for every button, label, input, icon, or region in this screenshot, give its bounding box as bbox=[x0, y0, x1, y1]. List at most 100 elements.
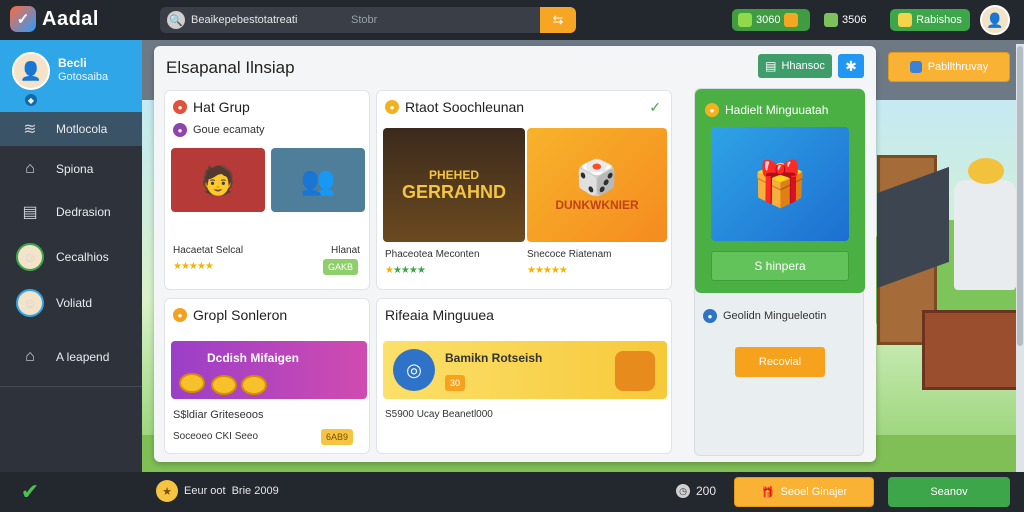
card-subcaption: Soceoeo CKI Seeo bbox=[173, 431, 259, 442]
card-caption: S$ldiar Griteseoos bbox=[173, 409, 264, 421]
coin-icon bbox=[738, 13, 752, 27]
bottom-action-label: Seoel Ginajer bbox=[780, 486, 848, 498]
star-icon: ● bbox=[385, 100, 399, 114]
list-icon: ▤ bbox=[765, 59, 777, 73]
sidebar-item-label: Dedrasion bbox=[56, 205, 111, 219]
coin-balance[interactable]: 3060 bbox=[732, 9, 810, 31]
promo-banner[interactable]: Dcdish Mifaigen bbox=[171, 341, 367, 399]
primary-button[interactable]: ▤ Hhansoc bbox=[758, 54, 832, 78]
card-mission[interactable]: Rifeaia Minguuea ◎ Bamikn Rotseish 30 S5… bbox=[376, 298, 672, 454]
thumbnail-caption: Hacaetat Selcal bbox=[173, 245, 244, 256]
banner-title: Bamikn Rotseish bbox=[445, 351, 543, 365]
rail-featured-card[interactable]: ● Hadielt Minguuatah 🎁 S hinpera bbox=[695, 89, 865, 293]
check-icon: ✓ bbox=[649, 99, 661, 115]
check-icon[interactable]: ✔ bbox=[16, 479, 44, 505]
chest-icon bbox=[615, 351, 655, 391]
bottom-status: ★ Eeur oot Brie 2009 bbox=[156, 480, 279, 502]
coin-icon bbox=[211, 375, 237, 395]
search-bar: 🔍 Stobr ⇆ bbox=[160, 7, 576, 33]
profile-card[interactable]: 👤 Becli Gotosaiba ◆ bbox=[0, 40, 142, 112]
profile-thumbnail[interactable]: 👥 bbox=[271, 148, 365, 212]
avatar-icon: ☺ bbox=[16, 289, 44, 317]
rail-subtitle-text: Geolidn Mingueleotin bbox=[723, 310, 827, 322]
gem-icon bbox=[824, 13, 838, 27]
scene-deck bbox=[922, 310, 1024, 390]
poster-caption: Phaceotea Meconten bbox=[385, 249, 480, 260]
card-title: ● Hat Grup bbox=[173, 99, 250, 115]
search-hint: Stobr bbox=[351, 14, 378, 26]
sidebar-item-spiona[interactable]: ⌂ Spiona bbox=[0, 152, 142, 186]
coin-icon bbox=[241, 375, 267, 395]
chart-icon: ≋ bbox=[23, 121, 37, 138]
home-icon: ⌂ bbox=[25, 348, 35, 365]
rating-stars: ★★★★★ bbox=[527, 265, 568, 276]
sidebar-item-label: Voliatd bbox=[56, 296, 93, 310]
rating-stars: ★★★★★ bbox=[173, 261, 214, 272]
scene-object bbox=[954, 180, 1016, 290]
card-title-text: Hat Grup bbox=[193, 99, 250, 115]
wheel-icon: ◎ bbox=[393, 349, 435, 391]
boost-button[interactable]: Rabishos bbox=[890, 9, 970, 31]
shield-icon bbox=[909, 61, 922, 73]
sidebar-item-voliatd[interactable]: ☺ Voliatd bbox=[0, 286, 142, 320]
clock-icon: ◷ bbox=[676, 484, 690, 498]
rail-cta-button[interactable]: Recovial bbox=[735, 347, 825, 377]
profile-thumbnail[interactable]: 🧑 bbox=[171, 148, 265, 212]
badge-icon: ◆ bbox=[25, 94, 37, 106]
user-avatar[interactable]: 👤 bbox=[980, 5, 1010, 35]
card-group[interactable]: ● Hat Grup ● Goue ecamaty 🧑 👥 Hacaetat S… bbox=[164, 90, 370, 290]
promo-banner[interactable]: ◎ Bamikn Rotseish 30 bbox=[383, 341, 667, 399]
rating-stars: ★★★★★ bbox=[385, 265, 426, 276]
thumbnail-caption: Hlanat bbox=[331, 245, 360, 256]
rail-subtitle: ● Geolidn Mingueleotin bbox=[703, 309, 826, 323]
gem-balance[interactable]: 3506 bbox=[818, 9, 878, 31]
game-poster[interactable]: 🎲 DUNKWKNIER bbox=[527, 128, 667, 242]
top-right-button[interactable]: Pabllthruvay bbox=[888, 52, 1010, 82]
globe-icon: ● bbox=[703, 309, 717, 323]
app-logo[interactable]: ✓ Aadal bbox=[10, 6, 99, 32]
member-icon: ● bbox=[173, 123, 187, 137]
bottom-counter-value: 200 bbox=[696, 484, 717, 498]
search-input[interactable] bbox=[191, 14, 341, 26]
sidebar-item-a-leapend[interactable]: ⌂ A leapend bbox=[0, 340, 142, 374]
divider bbox=[0, 386, 142, 387]
sidebar-item-label: Motlocola bbox=[56, 122, 108, 136]
sidebar-item-motlocola[interactable]: ≋ Motlocola bbox=[0, 112, 142, 146]
poster-title: PHEHED bbox=[428, 167, 479, 182]
sidebar-item-label: Cecalhios bbox=[56, 250, 109, 264]
rail-title: ● Hadielt Minguuatah bbox=[705, 103, 828, 117]
game-poster[interactable]: PHEHED GERRAHND bbox=[383, 128, 525, 242]
sidebar: 👤 Becli Gotosaiba ◆ ≋ Motlocola ⌂ Spiona… bbox=[0, 40, 142, 472]
sidebar-item-label: A leapend bbox=[56, 350, 110, 364]
boost-label: Rabishos bbox=[916, 14, 962, 26]
rail-title-text: Hadielt Minguuatah bbox=[725, 103, 829, 117]
pin-button[interactable]: ✱ bbox=[838, 54, 864, 78]
banner-title: Dcdish Mifaigen bbox=[207, 351, 300, 365]
bottom-status-text: Eeur oot bbox=[184, 485, 226, 497]
banner-chip: 30 bbox=[445, 375, 466, 391]
profile-avatar: 👤 bbox=[12, 52, 50, 90]
gem-count: 3506 bbox=[842, 14, 867, 26]
poster-title: DUNKWKNIER bbox=[555, 198, 639, 212]
main-panel: Elsapanal Ilnsiap ▤ Hhansoc ✱ ● Hat Grup… bbox=[154, 46, 876, 462]
page-title: Elsapanal Ilnsiap bbox=[166, 58, 295, 77]
card-title: ● Gropl Sonleron bbox=[173, 307, 287, 323]
search-button[interactable]: ⇆ bbox=[540, 7, 576, 33]
right-rail: ● Hadielt Minguuatah 🎁 S hinpera ● Geoli… bbox=[694, 88, 865, 456]
coin-icon bbox=[179, 373, 205, 393]
badge-icon: ★ bbox=[156, 480, 178, 502]
card-featured[interactable]: ● Rtaot Soochleunan ✓ PHEHED GERRAHND 🎲 … bbox=[376, 90, 672, 290]
bottom-action-button[interactable]: 🎁 Seoel Ginajer bbox=[734, 477, 874, 507]
document-icon: ▤ bbox=[22, 204, 38, 221]
top-bar: ✓ Aadal 🔍 Stobr ⇆ 3060 3506 Rabishos 👤 bbox=[0, 0, 1024, 40]
card-caption: S5900 Ucay Beanetl000 bbox=[385, 409, 493, 420]
scrollbar-thumb[interactable] bbox=[1017, 46, 1023, 346]
rail-art: 🎁 bbox=[711, 127, 849, 241]
bottom-primary-button[interactable]: Seanov bbox=[888, 477, 1010, 507]
card-group-session[interactable]: ● Gropl Sonleron Dcdish Mifaigen S$ldiar… bbox=[164, 298, 370, 454]
card-title-text: Rtaot Soochleunan bbox=[405, 99, 525, 115]
sidebar-item-dedrasion[interactable]: ▤ Dedrasion bbox=[0, 195, 142, 229]
search-icon: 🔍 bbox=[167, 11, 185, 29]
sidebar-item-cecalhios[interactable]: ☺ Cecalhios bbox=[0, 240, 142, 274]
rail-button[interactable]: S hinpera bbox=[711, 251, 849, 281]
